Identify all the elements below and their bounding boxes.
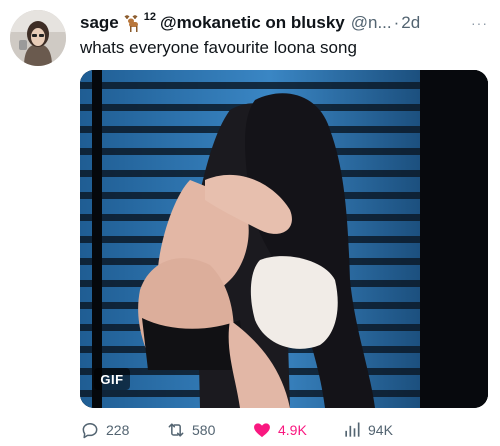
- separator-dot: ·: [393, 13, 400, 32]
- like-count: 4.9K: [278, 422, 307, 438]
- tweet[interactable]: sage 12 @mokanetic on blusky @n... · 2d …: [0, 0, 500, 446]
- views-button[interactable]: 94K: [342, 418, 393, 442]
- retweet-count: 580: [192, 422, 216, 438]
- name-suffix: @mokanetic on blusky: [160, 13, 345, 32]
- reply-icon: [82, 423, 98, 439]
- gif-badge: GIF: [94, 368, 130, 390]
- tweet-text: whats everyone favourite loona song: [80, 38, 357, 57]
- media-gif[interactable]: GIF: [80, 70, 488, 408]
- reply-count: 228: [106, 422, 130, 438]
- timestamp[interactable]: 2d: [401, 13, 420, 33]
- retweet-button[interactable]: 580: [166, 418, 215, 442]
- views-count: 94K: [368, 422, 393, 438]
- like-button[interactable]: 4.9K: [252, 418, 307, 442]
- retweet-icon: [168, 423, 184, 437]
- name-superscript: 12: [143, 11, 156, 23]
- more-options-icon[interactable]: ···: [471, 15, 488, 31]
- heart-icon: [254, 423, 270, 438]
- views-icon: [345, 422, 360, 437]
- reply-button[interactable]: 228: [80, 418, 129, 442]
- tweet-header: sage 12 @mokanetic on blusky @n... · 2d …: [80, 11, 488, 34]
- avatar[interactable]: [10, 10, 66, 66]
- display-name[interactable]: sage: [80, 13, 119, 33]
- username-handle[interactable]: @n...: [351, 13, 392, 33]
- action-bar: 228 580 4.9K 94K: [80, 418, 490, 442]
- deer-icon: [121, 13, 143, 33]
